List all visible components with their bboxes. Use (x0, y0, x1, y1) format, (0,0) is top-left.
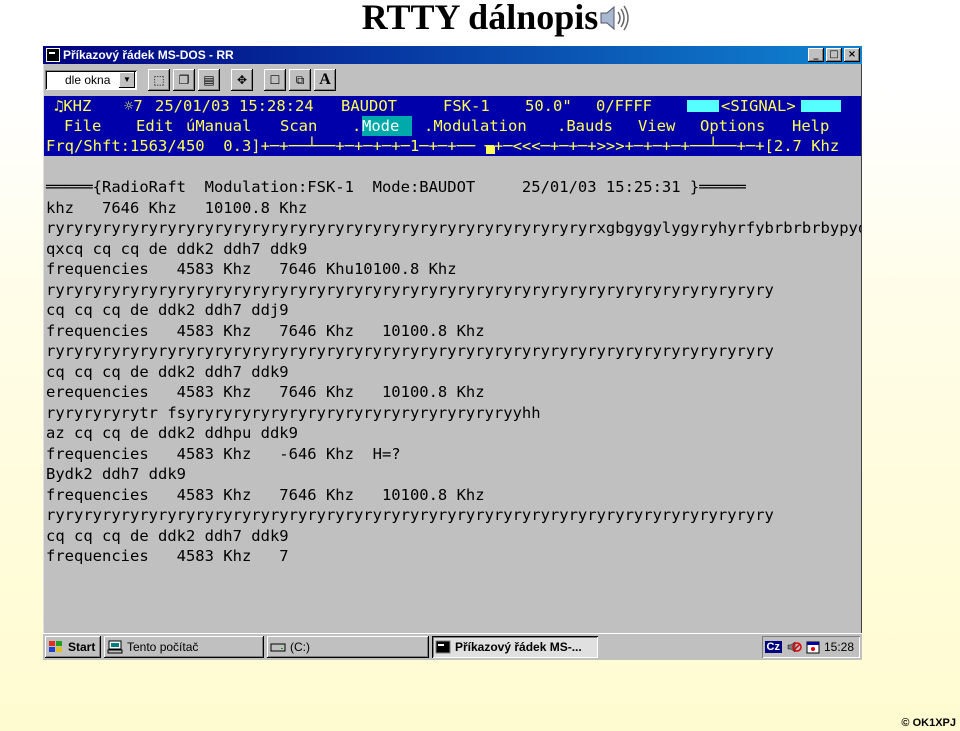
task-label: Příkazový řádek MS-... (455, 639, 582, 654)
system-tray: Cz 15:28 (762, 636, 860, 658)
status-code: BAUDOT (341, 97, 397, 115)
maximize-button[interactable]: □ (826, 48, 842, 62)
console-line: erequencies 4583 Khz 7646 Khz 10100.8 Kh… (46, 383, 485, 401)
console-line: frequencies 4583 Khz 7646 Khu10100.8 Khz (46, 260, 457, 278)
menu-options[interactable]: Options (700, 116, 765, 136)
console-line: az cq cq de ddk2 ddhpu ddk9 (46, 424, 298, 442)
menu-edit[interactable]: Edit (136, 116, 173, 136)
dos-menubar: File Edit úManual Scan . Mode .Modulatio… (44, 116, 861, 136)
menu-mode-dot: . (352, 117, 362, 135)
taskbar: Start Tento počítač (C:) Příkazový řádek… (43, 633, 862, 660)
console-line: frequencies 4583 Khz 7646 Khz 10100.8 Kh… (46, 485, 485, 504)
console-line: ryryryryryryryryryryryryryryryryryryryry… (46, 342, 774, 360)
mark-icon[interactable]: ⬚ (148, 69, 170, 91)
console-line: cq cq cq de ddk2 ddh7 ddk9 (46, 526, 289, 545)
console-line: cq cq cq de ddk2 ddh7 ddk9 (46, 362, 289, 381)
console-line: Bydk2 ddh7 ddk9 (46, 465, 186, 483)
tuning-cursor (486, 146, 495, 154)
menu-file[interactable]: File (64, 116, 101, 136)
menu-mode[interactable]: Mode (362, 116, 412, 136)
console-line: qxcq cq cq de ddk2 ddh7 ddk9 (46, 239, 308, 258)
task-my-computer[interactable]: Tento počítač (104, 636, 264, 658)
console-line: ryryryryrytr fsyryryryryryryryryryryryry… (46, 403, 541, 422)
menu-bauds[interactable]: .Bauds (557, 116, 613, 136)
menu-modulation[interactable]: .Modulation (424, 116, 527, 136)
font-button[interactable]: A (314, 69, 336, 91)
status-baud: 50.0" (525, 97, 572, 115)
task-drive-c[interactable]: (C:) (267, 636, 429, 658)
dos-window: Příkazový řádek MS-DOS - RR _ □ × dle ok… (43, 46, 862, 660)
status-datetime: 25/01/03 15:28:24 (155, 97, 314, 115)
windows-logo-icon (49, 640, 62, 652)
task-label: Tento počítač (127, 639, 199, 654)
copy-icon[interactable]: ❐ (173, 69, 195, 91)
status-modulation: FSK-1 (443, 97, 490, 115)
scheduler-icon[interactable] (805, 639, 821, 655)
start-button[interactable]: Start (45, 636, 101, 658)
console-line: cq cq cq de ddk2 ddh7 ddj9 (46, 301, 289, 319)
signal-label: <SIGNAL> (721, 96, 796, 116)
signal-bar-left (687, 100, 719, 112)
font-size-value: dle okna (65, 73, 111, 87)
dos-console[interactable]: ♫KHZ ☼7 25/01/03 15:28:24 BAUDOT FSK-1 5… (44, 96, 861, 653)
status-hex: 0/FFFF (596, 97, 652, 115)
status-bar: ♫KHZ ☼7 25/01/03 15:28:24 BAUDOT FSK-1 5… (44, 96, 861, 116)
menu-help[interactable]: Help (792, 116, 829, 136)
computer-icon (107, 640, 123, 653)
msdos-icon (46, 48, 60, 62)
status-num: ☼7 (124, 97, 143, 115)
minimize-button[interactable]: _ (808, 48, 824, 62)
copyright-text: © OK1XPJ (901, 717, 956, 729)
fullscreen-icon[interactable]: ✥ (231, 69, 253, 91)
msdos-icon (435, 640, 451, 653)
console-line: frequencies 4583 Khz 7646 Khz 10100.8 Kh… (46, 321, 485, 340)
window-titlebar[interactable]: Příkazový řádek MS-DOS - RR _ □ × (43, 46, 862, 64)
task-label: (C:) (290, 639, 310, 654)
language-indicator[interactable]: Cz (764, 640, 782, 653)
volume-icon[interactable] (786, 639, 802, 655)
console-line: frequencies 4583 Khz -646 Khz H=? (46, 444, 401, 463)
frequency-bar[interactable]: Frq/Shft:1563/450 0.3]+─+──┴──+─+─+─+─1─… (44, 136, 861, 156)
chevron-down-icon[interactable]: ▼ (119, 72, 135, 88)
menu-view[interactable]: View (638, 116, 675, 136)
console-line: ryryryryryryryryryryryryryryryryryryryry… (46, 280, 774, 299)
drive-icon (270, 643, 286, 651)
console-line: ryryryryryryryryryryryryryryryryryryryry… (46, 506, 774, 524)
paste-icon[interactable]: ▤ (198, 69, 220, 91)
start-label: Start (68, 639, 96, 654)
font-size-select[interactable]: dle okna ▼ (45, 70, 137, 90)
properties-icon[interactable]: ☐ (264, 69, 286, 91)
window-title: Příkazový řádek MS-DOS - RR (63, 48, 234, 62)
console-line: ryryryryryryryryryryryryryryryryryryryry… (46, 219, 861, 237)
menu-manual[interactable]: úManual (186, 116, 251, 136)
background-icon[interactable]: ⧉ (289, 69, 311, 91)
console-line: khz 7646 Khz 10100.8 Khz (46, 198, 308, 217)
status-khz: ♫KHZ (54, 97, 92, 115)
speaker-icon[interactable] (598, 2, 632, 34)
menu-scan[interactable]: Scan (280, 116, 317, 136)
signal-bar-right (801, 100, 841, 112)
console-line: ═════{RadioRaft Modulation:FSK-1 Mode:BA… (46, 178, 746, 196)
window-toolbar: dle okna ▼ ⬚ ❐ ▤ ✥ ☐ ⧉ A (43, 66, 862, 94)
close-button[interactable]: × (844, 48, 860, 62)
slide-title: RTTY dálnopis (361, 0, 599, 37)
frequency-scale: Frq/Shft:1563/450 0.3]+─+──┴──+─+─+─+─1─… (46, 137, 840, 155)
task-msdos-prompt[interactable]: Příkazový řádek MS-... (432, 635, 598, 658)
clock[interactable]: 15:28 (824, 640, 854, 654)
console-line: frequencies 4583 Khz 7 (46, 547, 289, 565)
